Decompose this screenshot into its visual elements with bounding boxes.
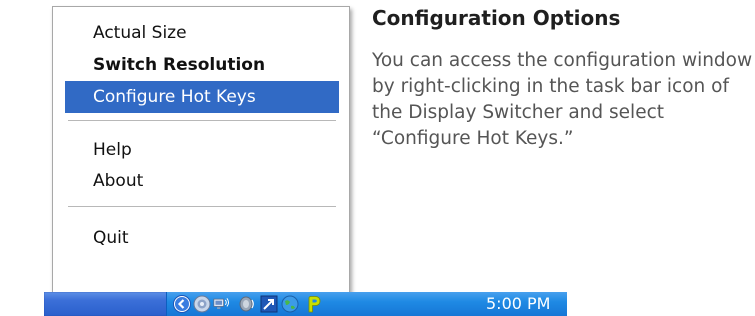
menu-item-about[interactable]: About [65, 165, 339, 197]
menu-separator [68, 120, 336, 122]
clock[interactable]: 5:00 PM [486, 292, 550, 316]
menu-item-help[interactable]: Help [65, 134, 339, 166]
section-title: Configuration Options [372, 6, 621, 30]
menu-item-configure-hot-keys[interactable]: Configure Hot Keys [65, 81, 339, 113]
volume-icon[interactable] [238, 295, 256, 313]
app-icon[interactable] [260, 295, 278, 313]
display-switcher-icon[interactable] [193, 295, 211, 313]
menu-item-switch-resolution[interactable]: Switch Resolution [65, 49, 339, 81]
menu-separator [68, 206, 336, 208]
menu-item-actual-size[interactable]: Actual Size [65, 17, 339, 49]
section-description: You can access the configuration window … [372, 50, 753, 149]
context-menu: Actual Size Switch Resolution Configure … [52, 6, 350, 296]
menu-item-quit[interactable]: Quit [65, 222, 339, 254]
chevron-left-icon[interactable] [173, 295, 191, 313]
network-icon[interactable] [213, 295, 231, 313]
p-logo-icon[interactable] [304, 295, 322, 313]
globe-icon[interactable] [281, 295, 299, 313]
